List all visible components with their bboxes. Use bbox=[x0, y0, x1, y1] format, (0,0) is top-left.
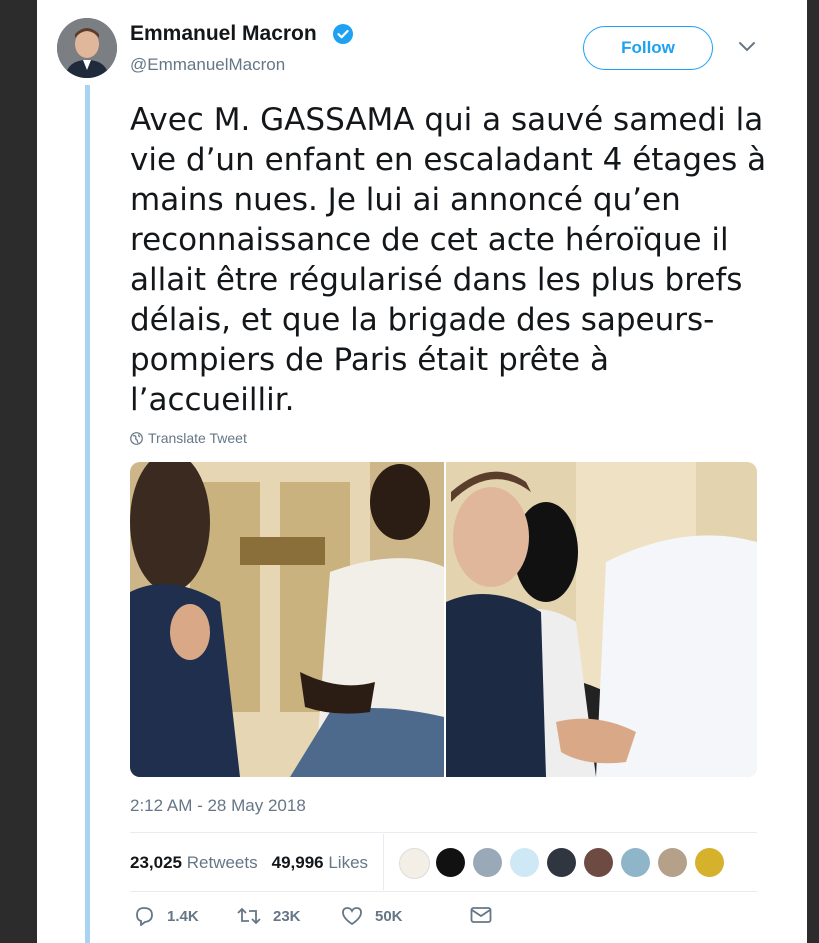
divider bbox=[130, 891, 757, 892]
retweets-label: Retweets bbox=[186, 853, 258, 872]
tweet-text: Avec M. GASSAMA qui a sauvé samedi la vi… bbox=[130, 102, 767, 418]
background-left bbox=[0, 0, 37, 943]
translate-label: Translate Tweet bbox=[148, 430, 247, 446]
tweet-timestamp[interactable]: 2:12 AM - 28 May 2018 bbox=[130, 796, 306, 816]
liker-avatar[interactable] bbox=[658, 848, 687, 877]
retweets-count: 23,025 bbox=[130, 853, 182, 872]
chevron-down-icon[interactable] bbox=[737, 40, 757, 54]
liker-avatar[interactable] bbox=[547, 848, 576, 877]
tweet-media[interactable] bbox=[130, 462, 757, 777]
liker-avatar[interactable] bbox=[399, 848, 430, 879]
liker-avatar[interactable] bbox=[621, 848, 650, 877]
likes-count: 49,996 bbox=[271, 853, 324, 872]
stats-separator bbox=[383, 834, 384, 890]
translate-tweet-link[interactable]: Translate Tweet bbox=[130, 430, 247, 446]
liker-avatar[interactable] bbox=[436, 848, 465, 877]
liker-avatar[interactable] bbox=[510, 848, 539, 877]
likes-label: Likes bbox=[328, 853, 369, 872]
author-handle[interactable]: @EmmanuelMacron bbox=[130, 55, 285, 75]
globe-icon bbox=[130, 432, 143, 445]
heart-icon bbox=[342, 907, 362, 926]
reply-count: 1.4K bbox=[167, 907, 199, 925]
thread-line bbox=[85, 85, 90, 943]
verified-badge-icon bbox=[333, 24, 353, 44]
direct-message-button[interactable] bbox=[470, 906, 504, 924]
background-right bbox=[807, 0, 819, 943]
retweet-icon bbox=[237, 907, 261, 925]
follow-button[interactable]: Follow bbox=[583, 26, 713, 70]
liker-avatar[interactable] bbox=[695, 848, 724, 877]
photo-left[interactable] bbox=[130, 462, 444, 777]
reply-button[interactable]: 1.4K bbox=[133, 906, 199, 926]
divider bbox=[130, 832, 757, 833]
author-avatar[interactable] bbox=[57, 18, 117, 78]
retweets-stat[interactable]: 23,025 Retweets bbox=[130, 853, 258, 872]
tweet-stats: 23,025 Retweets 49,996 Likes bbox=[130, 853, 368, 873]
liker-avatar[interactable] bbox=[473, 848, 502, 877]
liker-avatar[interactable] bbox=[584, 848, 613, 877]
retweet-count: 23K bbox=[273, 907, 301, 925]
tweet-card: Emmanuel Macron @EmmanuelMacron Follow A… bbox=[37, 0, 807, 943]
likes-stat[interactable]: 49,996 Likes bbox=[272, 853, 368, 872]
author-name[interactable]: Emmanuel Macron bbox=[130, 22, 317, 46]
photo-right[interactable] bbox=[446, 462, 757, 777]
envelope-icon bbox=[470, 907, 492, 923]
like-count: 50K bbox=[375, 907, 403, 925]
retweet-button[interactable]: 23K bbox=[237, 906, 301, 926]
like-button[interactable]: 50K bbox=[341, 906, 403, 926]
reply-icon bbox=[136, 907, 153, 926]
